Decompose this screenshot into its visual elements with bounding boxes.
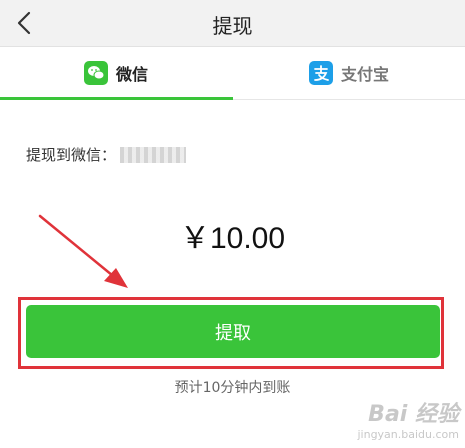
watermark-logo: Bai 经验 [368,402,459,427]
app-header: 提现 [0,0,465,47]
wechat-icon [83,61,108,85]
tab-alipay[interactable]: 支付宝 [233,47,465,99]
tab-wechat-label: 微信 [115,65,148,84]
account-label: 提现到微信： [26,146,117,164]
page-title: 提现 [212,14,253,38]
withdraw-amount: ￥10.00 [179,222,286,255]
watermark-url: jingyan.baidu.com [357,428,459,441]
withdraw-button[interactable]: 提取 [26,305,440,358]
payment-tabs: 微信 支付宝 [0,47,465,100]
watermark: Bai 经验 jingyan.baidu.com [357,396,459,441]
arrival-estimate: 预计10分钟内到账 [174,380,291,396]
alipay-icon [308,61,333,85]
account-row: 提现到微信： [26,144,187,165]
tab-wechat[interactable]: 微信 [0,47,233,100]
active-tab-indicator [0,97,233,100]
masked-account-name [120,146,187,163]
tab-alipay-label: 支付宝 [340,65,389,84]
